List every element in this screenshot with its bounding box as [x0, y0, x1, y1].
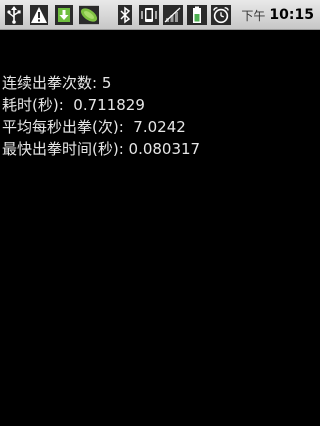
avg-punches-per-second-text: 平均每秒出拳(次): 7.0242 — [2, 118, 186, 136]
clock-time: 10:15 — [269, 7, 314, 23]
elapsed-time-text: 耗时(秒): 0.711829 — [2, 96, 145, 114]
notification-icons — [4, 3, 99, 27]
punch-stats-panel: 连续出拳次数: 5 耗时(秒): 0.711829 平均每秒出拳(次): 7.0… — [2, 72, 318, 160]
peapod-app-icon — [79, 5, 99, 25]
bluetooth-icon — [115, 5, 135, 25]
download-icon — [54, 5, 74, 25]
vibrate-icon — [139, 5, 160, 25]
fastest-punch-time-text: 最快出拳时间(秒): 0.080317 — [2, 140, 201, 158]
signal-icon — [163, 5, 184, 25]
warning-icon — [29, 5, 49, 25]
alarm-icon — [211, 5, 232, 25]
consecutive-punches-text: 连续出拳次数: 5 — [2, 74, 112, 92]
status-bar[interactable]: 下午 10:15 — [0, 0, 320, 30]
usb-icon — [4, 5, 24, 25]
battery-icon — [187, 5, 208, 25]
system-tray: 下午 10:15 — [115, 3, 314, 27]
clock-period: 下午 — [241, 8, 266, 23]
